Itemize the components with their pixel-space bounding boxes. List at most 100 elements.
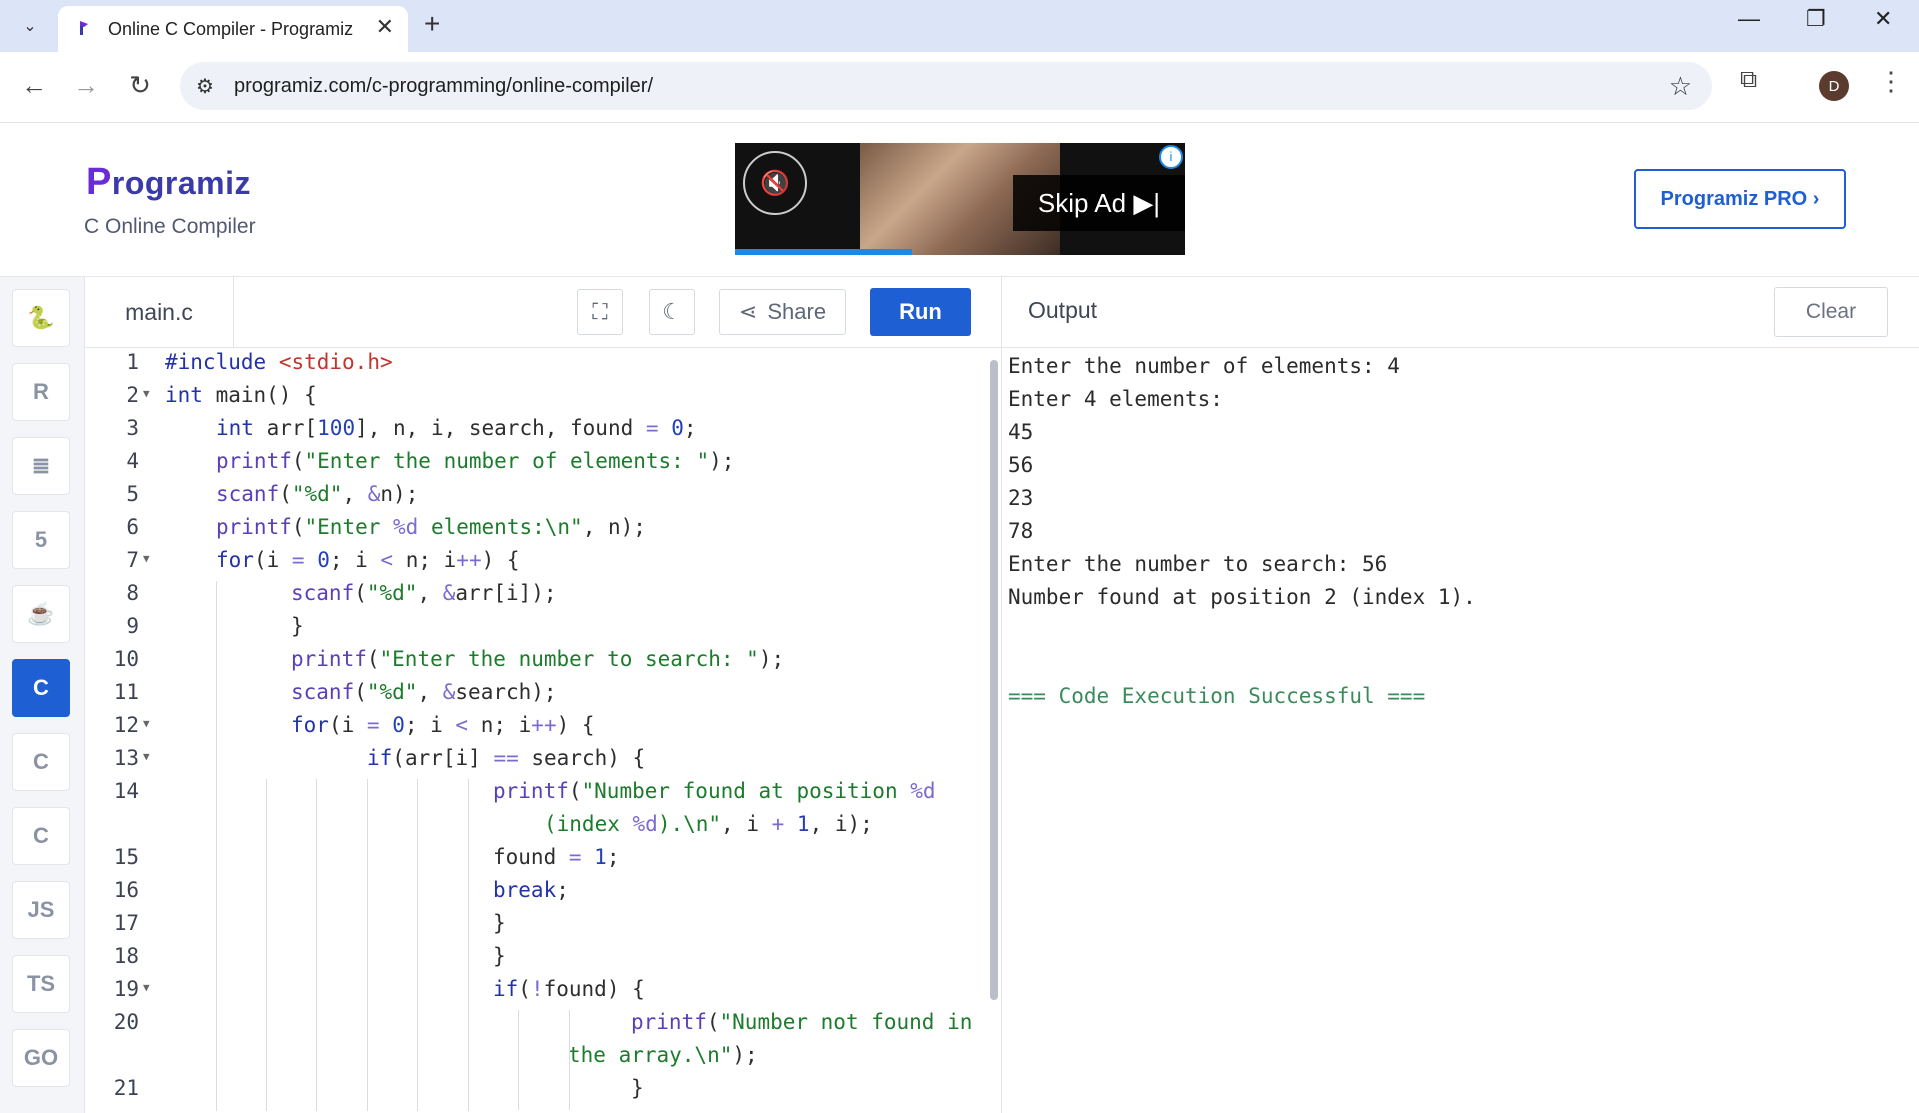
dark-mode-icon[interactable]: ☾ — [649, 289, 695, 335]
code-line[interactable]: found = 1; — [493, 845, 619, 869]
restore-icon[interactable]: ❐ — [1806, 6, 1826, 32]
code-line[interactable]: printf("Enter the number to search: "); — [291, 647, 784, 671]
javascript-icon[interactable]: JS — [12, 881, 70, 939]
forward-icon[interactable]: → — [70, 70, 102, 101]
code-line[interactable]: scanf("%d", &n); — [216, 482, 418, 506]
fold-toggle-icon[interactable]: ▼ — [143, 387, 150, 400]
line-number: 13 — [113, 746, 139, 770]
clear-button[interactable]: Clear — [1774, 287, 1888, 337]
ad-info-icon[interactable]: i — [1159, 145, 1183, 169]
code-line[interactable]: for(i = 0; i < n; i++) { — [291, 713, 595, 737]
indent-guide — [316, 779, 317, 1111]
code-line[interactable]: } — [291, 614, 304, 638]
typescript-icon[interactable]: TS — [12, 955, 70, 1013]
output-line: Enter the number to search: 56 — [1008, 552, 1388, 576]
video-ad[interactable]: 🔇 Skip Ad ▶| i — [735, 143, 1185, 255]
tab-search-icon[interactable]: ⌄ — [14, 10, 46, 42]
sql-icon[interactable]: ≣ — [12, 437, 70, 495]
skip-ad-button[interactable]: Skip Ad ▶| — [1013, 175, 1185, 231]
site-settings-icon[interactable]: ⚙ — [196, 74, 214, 99]
reload-icon[interactable]: ↻ — [124, 70, 156, 101]
code-editor[interactable]: 1 #include <stdio.h> 2 ▼ int main() { 3 int … — [85, 348, 985, 1113]
url-text[interactable]: programiz.com/c-programming/online-compi… — [234, 75, 653, 98]
c-icon[interactable]: C — [12, 659, 70, 717]
ad-progress-bar — [735, 249, 912, 255]
file-tab-main[interactable]: main.c — [85, 277, 234, 347]
code-line[interactable]: } — [631, 1076, 644, 1100]
code-line[interactable]: printf("Number found at position %d — [493, 779, 936, 803]
code-line[interactable]: scanf("%d", &arr[i]); — [291, 581, 557, 605]
code-line[interactable]: #include <stdio.h> — [165, 350, 393, 374]
browser-menu-icon[interactable]: ⋮ — [1878, 66, 1904, 97]
output-line: Number found at position 2 (index 1). — [1008, 585, 1476, 609]
html-icon[interactable]: 5 — [12, 511, 70, 569]
cpp-icon[interactable]: C — [12, 733, 70, 791]
output-line: 45 — [1008, 420, 1034, 444]
code-line[interactable]: printf("Enter the number of elements: ")… — [216, 449, 734, 473]
pane-divider[interactable] — [1001, 277, 1002, 1113]
fold-toggle-icon[interactable]: ▼ — [143, 552, 150, 565]
fullscreen-icon[interactable]: ⛶ — [577, 289, 623, 335]
profile-avatar[interactable]: D — [1819, 71, 1849, 101]
new-tab-icon[interactable]: + — [424, 8, 440, 40]
indent-guide — [367, 779, 368, 1111]
code-line[interactable]: for(i = 0; i < n; i++) { — [216, 548, 520, 572]
extensions-icon[interactable]: ⧉ — [1740, 66, 1757, 94]
address-bar[interactable]: ⚙ programiz.com/c-programming/online-com… — [180, 62, 1712, 110]
code-line[interactable]: scanf("%d", &search); — [291, 680, 557, 704]
fold-toggle-icon[interactable]: ▼ — [143, 981, 150, 994]
browser-tab[interactable]: Online C Compiler - Programiz ✕ — [58, 6, 408, 52]
code-line[interactable]: } — [493, 911, 506, 935]
line-number: 8 — [126, 581, 139, 605]
code-line[interactable]: break; — [493, 878, 569, 902]
java-icon[interactable]: ☕ — [12, 585, 70, 643]
window-close-icon[interactable]: ✕ — [1874, 6, 1892, 32]
line-number: 14 — [113, 779, 139, 803]
line-number: 17 — [113, 911, 139, 935]
output-line: 23 — [1008, 486, 1034, 510]
share-button[interactable]: ⋖ Share — [719, 289, 846, 335]
output-console[interactable]: Enter the number of elements: 4 Enter 4 … — [1008, 350, 1908, 713]
programiz-logo[interactable]: Programiz — [86, 161, 251, 204]
line-number: 4 — [126, 449, 139, 473]
tab-close-icon[interactable]: ✕ — [376, 14, 394, 40]
code-line[interactable]: printf("Number not found in — [631, 1010, 972, 1034]
line-number: 1 — [126, 350, 139, 374]
browser-toolbar: ← → ↻ ⚙ programiz.com/c-programming/onli… — [0, 52, 1919, 123]
site-header: Programiz C Online Compiler 🔇 Skip Ad ▶|… — [0, 123, 1919, 277]
code-line[interactable]: printf("Enter %d elements:\n", n); — [216, 515, 646, 539]
line-number: 20 — [113, 1010, 139, 1034]
code-line[interactable]: (index %d).\n", i + 1, i); — [544, 812, 873, 836]
editor-scrollbar[interactable] — [990, 360, 998, 1000]
back-icon[interactable]: ← — [18, 70, 50, 101]
code-line[interactable]: the array.\n"); — [568, 1043, 758, 1067]
run-button[interactable]: Run — [870, 288, 971, 336]
minimize-icon[interactable]: — — [1738, 6, 1760, 32]
code-line[interactable]: if(arr[i] == search) { — [367, 746, 645, 770]
share-label: Share — [767, 299, 827, 324]
indent-guide — [216, 581, 217, 1111]
mute-icon[interactable]: 🔇 — [743, 151, 807, 215]
editor-header: main.c ⛶ ☾ ⋖ Share Run — [85, 277, 1001, 348]
bookmark-star-icon[interactable]: ☆ — [1669, 71, 1692, 102]
output-header: Output Clear — [1002, 277, 1919, 348]
programiz-pro-button[interactable]: Programiz PRO › — [1634, 169, 1846, 229]
code-line[interactable]: if(!found) { — [493, 977, 645, 1001]
fold-toggle-icon[interactable]: ▼ — [143, 717, 150, 730]
python-icon[interactable]: 🐍 — [12, 289, 70, 347]
csharp-icon[interactable]: C — [12, 807, 70, 865]
indent-guide — [417, 779, 418, 1111]
code-line[interactable]: int main() { — [165, 383, 317, 407]
execution-status: === Code Execution Successful === — [1008, 684, 1426, 708]
fold-toggle-icon[interactable]: ▼ — [143, 750, 150, 763]
line-number: 6 — [126, 515, 139, 539]
go-icon[interactable]: GO — [12, 1029, 70, 1087]
share-icon: ⋖ — [738, 299, 758, 324]
output-line: Enter the number of elements: 4 — [1008, 354, 1400, 378]
programiz-favicon-icon — [80, 21, 88, 35]
code-line[interactable]: } — [493, 944, 506, 968]
r-icon[interactable]: R — [12, 363, 70, 421]
code-line[interactable]: int arr[100], n, i, search, found = 0; — [216, 416, 697, 440]
line-number: 10 — [113, 647, 139, 671]
